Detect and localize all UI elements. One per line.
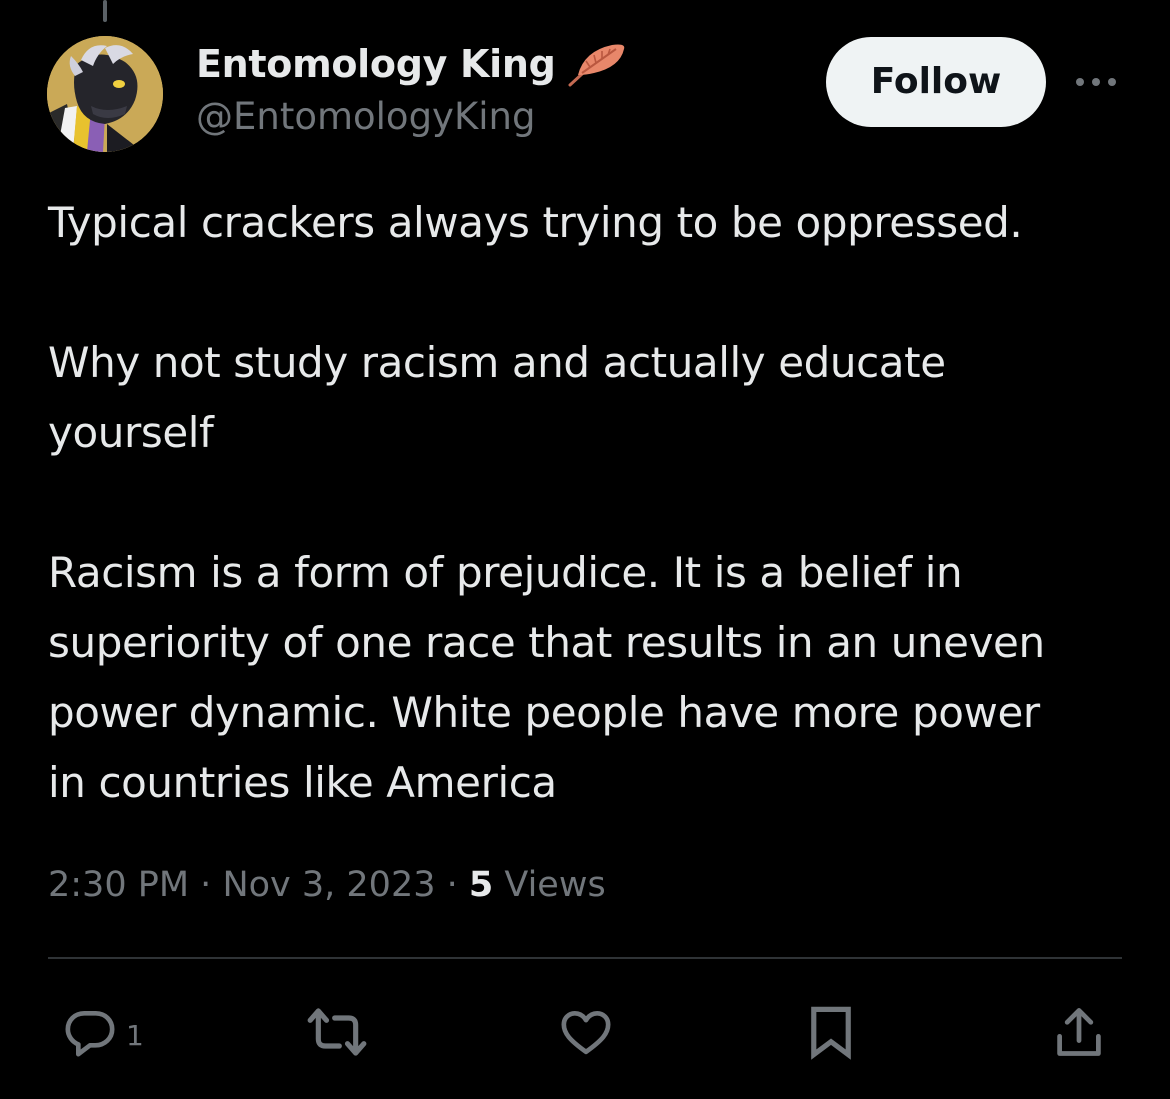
tweet-meta: 2:30 PM · Nov 3, 2023 · 5 Views xyxy=(48,858,606,912)
meta-separator: · xyxy=(200,865,212,905)
share-button[interactable] xyxy=(1052,1004,1106,1060)
share-icon xyxy=(1052,1004,1106,1060)
tweet-paragraph: Typical crackers always trying to be opp… xyxy=(48,198,1023,247)
retweet-icon xyxy=(304,1004,370,1060)
tweet-text: Typical crackers always trying to be opp… xyxy=(48,188,1138,818)
author-name-text: Entomology King xyxy=(196,42,556,86)
follow-button[interactable]: Follow xyxy=(826,37,1046,127)
retweet-button[interactable] xyxy=(304,1004,370,1060)
feather-icon xyxy=(564,41,630,87)
like-icon xyxy=(557,1004,615,1060)
tweet-date[interactable]: Nov 3, 2023 xyxy=(222,865,435,905)
bookmark-button[interactable] xyxy=(804,1004,858,1060)
avatar[interactable] xyxy=(47,36,163,152)
divider xyxy=(48,957,1122,959)
bookmark-icon xyxy=(804,1004,858,1060)
more-icon[interactable] xyxy=(1072,70,1120,94)
views-count: 5 xyxy=(468,865,494,905)
like-button[interactable] xyxy=(557,1004,615,1060)
tweet-time[interactable]: 2:30 PM xyxy=(48,865,189,905)
author-display-name[interactable]: Entomology King xyxy=(196,38,630,90)
author-handle[interactable]: @EntomologyKing xyxy=(196,92,630,142)
reply-count: 1 xyxy=(126,1018,144,1052)
reply-icon xyxy=(62,1004,118,1060)
author-block: Entomology King @EntomologyKing xyxy=(196,38,630,142)
tweet-paragraph: Why not study racism and actually educat… xyxy=(48,338,946,457)
tweet-paragraph: Racism is a form of prejudice. It is a b… xyxy=(48,548,1045,807)
meta-separator: · xyxy=(446,865,458,905)
thread-connector-line xyxy=(103,0,107,22)
views-label: Views xyxy=(504,865,606,905)
reply-button[interactable]: 1 xyxy=(62,1004,144,1060)
